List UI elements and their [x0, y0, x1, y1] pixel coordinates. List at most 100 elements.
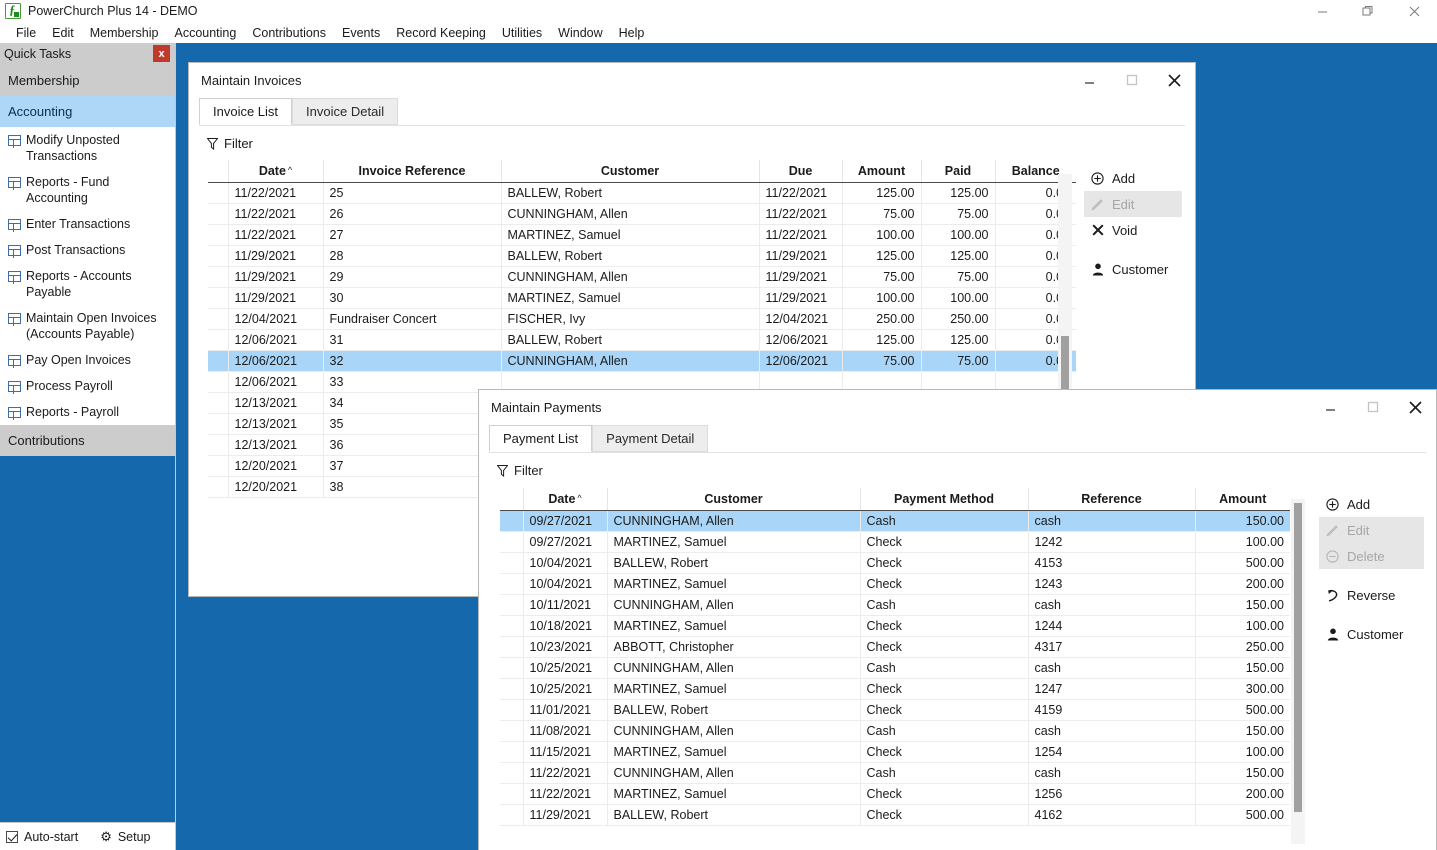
menu-window[interactable]: Window: [550, 24, 610, 42]
sidebar-item-pay-open-invoices[interactable]: Pay Open Invoices: [0, 347, 175, 373]
sidebar-group-contributions[interactable]: Contributions: [0, 425, 175, 456]
invoices-scrollbar-thumb[interactable]: [1061, 336, 1069, 391]
tab-payment-list[interactable]: Payment List: [489, 425, 592, 452]
invoice-cell-amount: 125.00: [842, 183, 921, 204]
table-row[interactable]: 11/22/202127MARTINEZ, Samuel11/22/202110…: [208, 225, 1076, 246]
payments-col-reference[interactable]: Reference: [1028, 488, 1195, 511]
table-row[interactable]: 09/27/2021MARTINEZ, SamuelCheck1242100.0…: [500, 532, 1290, 553]
menu-help[interactable]: Help: [611, 24, 653, 42]
auto-start-toggle[interactable]: Auto-start: [6, 830, 78, 844]
sidebar-item-reports-fund-accounting[interactable]: Reports - Fund Accounting: [0, 169, 175, 211]
table-row[interactable]: 11/22/2021CUNNINGHAM, AllenCashcash150.0…: [500, 763, 1290, 784]
payment-cell-customer: ABBOTT, Christopher: [607, 637, 860, 658]
invoice-cell-amount: 75.00: [842, 204, 921, 225]
tab-payment-detail[interactable]: Payment Detail: [592, 425, 708, 452]
table-row[interactable]: 11/29/202128BALLEW, Robert11/29/2021125.…: [208, 246, 1076, 267]
close-button[interactable]: [1391, 0, 1437, 22]
invoices-col-amount[interactable]: Amount: [842, 160, 921, 183]
payments-titlebar[interactable]: Maintain Payments: [479, 390, 1436, 424]
table-row[interactable]: 09/27/2021CUNNINGHAM, AllenCashcash150.0…: [500, 511, 1290, 532]
invoices-col-due[interactable]: Due: [759, 160, 842, 183]
tab-invoice-detail[interactable]: Invoice Detail: [292, 98, 398, 125]
sidebar-group-accounting[interactable]: Accounting: [0, 96, 175, 127]
menu-file[interactable]: File: [8, 24, 44, 42]
payments-customer-button[interactable]: Customer: [1319, 621, 1424, 647]
payment-cell-date: 10/25/2021: [523, 658, 607, 679]
table-row[interactable]: 10/25/2021CUNNINGHAM, AllenCashcash150.0…: [500, 658, 1290, 679]
payments-maximize-button[interactable]: [1352, 391, 1394, 424]
invoices-maximize-button[interactable]: [1111, 64, 1153, 97]
invoices-col-date[interactable]: Date^: [228, 160, 323, 183]
payments-col-amount[interactable]: Amount: [1195, 488, 1290, 511]
filter-icon: [497, 465, 508, 477]
payments-col-method[interactable]: Payment Method: [860, 488, 1028, 511]
payments-filter-button[interactable]: Filter: [479, 453, 1436, 486]
payments-col-date[interactable]: Date^: [523, 488, 607, 511]
invoices-col-reference[interactable]: Invoice Reference: [323, 160, 501, 183]
payments-add-button[interactable]: Add: [1319, 491, 1424, 517]
table-row[interactable]: 10/04/2021MARTINEZ, SamuelCheck1243200.0…: [500, 574, 1290, 595]
table-row[interactable]: 12/06/202131BALLEW, Robert12/06/2021125.…: [208, 330, 1076, 351]
payments-vertical-scrollbar[interactable]: [1291, 499, 1305, 844]
table-row[interactable]: 11/22/202125BALLEW, Robert11/22/2021125.…: [208, 183, 1076, 204]
menu-accounting[interactable]: Accounting: [166, 24, 244, 42]
table-row[interactable]: 12/04/2021Fundraiser ConcertFISCHER, Ivy…: [208, 309, 1076, 330]
payment-cell-amount: 150.00: [1195, 658, 1290, 679]
table-row[interactable]: 11/22/2021MARTINEZ, SamuelCheck1256200.0…: [500, 784, 1290, 805]
menu-edit[interactable]: Edit: [44, 24, 82, 42]
table-row[interactable]: 10/18/2021MARTINEZ, SamuelCheck1244100.0…: [500, 616, 1290, 637]
sidebar-item-post-transactions[interactable]: Post Transactions: [0, 237, 175, 263]
invoices-customer-button[interactable]: Customer: [1084, 256, 1182, 282]
payments-col-customer[interactable]: Customer: [607, 488, 860, 511]
table-row[interactable]: 10/25/2021MARTINEZ, SamuelCheck1247300.0…: [500, 679, 1290, 700]
invoices-minimize-button[interactable]: [1069, 64, 1111, 97]
invoices-void-button[interactable]: Void: [1084, 217, 1182, 243]
payments-scrollbar-thumb[interactable]: [1294, 503, 1302, 812]
sidebar-item-maintain-open-invoices[interactable]: Maintain Open Invoices (Accounts Payable…: [0, 305, 175, 347]
table-row[interactable]: 11/29/202130MARTINEZ, Samuel11/29/202110…: [208, 288, 1076, 309]
sidebar-item-reports-accounts-payable[interactable]: Reports - Accounts Payable: [0, 263, 175, 305]
table-row[interactable]: 10/11/2021CUNNINGHAM, AllenCashcash150.0…: [500, 595, 1290, 616]
tab-invoice-list[interactable]: Invoice List: [199, 98, 292, 125]
table-row[interactable]: 10/23/2021ABBOTT, ChristopherCheck431725…: [500, 637, 1290, 658]
sidebar-item-label: Modify Unposted Transactions: [26, 132, 169, 164]
table-row[interactable]: 11/22/202126CUNNINGHAM, Allen11/22/20217…: [208, 204, 1076, 225]
menu-contributions[interactable]: Contributions: [244, 24, 334, 42]
invoices-add-button[interactable]: Add: [1084, 165, 1182, 191]
table-row[interactable]: 12/06/202132CUNNINGHAM, Allen12/06/20217…: [208, 351, 1076, 372]
table-row[interactable]: 10/04/2021BALLEW, RobertCheck4153500.00: [500, 553, 1290, 574]
invoices-filter-button[interactable]: Filter: [189, 126, 1195, 159]
table-row[interactable]: 11/29/202129CUNNINGHAM, Allen11/29/20217…: [208, 267, 1076, 288]
quick-tasks-close-icon[interactable]: x: [153, 45, 170, 62]
minus-circle-icon: [1325, 550, 1340, 563]
invoice-cell-reference: 27: [323, 225, 501, 246]
invoices-close-button[interactable]: [1153, 64, 1195, 97]
menu-utilities[interactable]: Utilities: [494, 24, 550, 42]
sidebar-item-process-payroll[interactable]: Process Payroll: [0, 373, 175, 399]
table-row[interactable]: 11/01/2021BALLEW, RobertCheck4159500.00: [500, 700, 1290, 721]
maintain-payments-window: Maintain Payments Payment List: [478, 389, 1437, 850]
payments-minimize-button[interactable]: [1310, 391, 1352, 424]
checkbox-icon[interactable]: [6, 831, 18, 843]
menu-record-keeping[interactable]: Record Keeping: [388, 24, 494, 42]
payments-reverse-button[interactable]: Reverse: [1319, 582, 1424, 608]
table-row[interactable]: 11/08/2021CUNNINGHAM, AllenCashcash150.0…: [500, 721, 1290, 742]
invoice-cell-date: 12/20/2021: [228, 477, 323, 498]
table-row[interactable]: 11/15/2021MARTINEZ, SamuelCheck1254100.0…: [500, 742, 1290, 763]
invoices-vertical-scrollbar[interactable]: [1058, 174, 1072, 393]
menu-events[interactable]: Events: [334, 24, 388, 42]
invoices-titlebar[interactable]: Maintain Invoices: [189, 63, 1195, 97]
sidebar-item-reports-payroll[interactable]: Reports - Payroll: [0, 399, 175, 425]
restore-button[interactable]: [1345, 0, 1391, 22]
invoices-col-paid[interactable]: Paid: [921, 160, 995, 183]
sidebar-group-membership[interactable]: Membership: [0, 65, 175, 96]
invoices-col-customer[interactable]: Customer: [501, 160, 759, 183]
sidebar-item-enter-transactions[interactable]: Enter Transactions: [0, 211, 175, 237]
menu-membership[interactable]: Membership: [82, 24, 167, 42]
table-row[interactable]: 11/29/2021BALLEW, RobertCheck4162500.00: [500, 805, 1290, 826]
setup-button[interactable]: ⚙ Setup: [100, 829, 150, 845]
payments-close-button[interactable]: [1394, 391, 1436, 424]
invoice-cell-date: 12/06/2021: [228, 351, 323, 372]
minimize-button[interactable]: [1299, 0, 1345, 22]
sidebar-item-modify-unposted-transactions[interactable]: Modify Unposted Transactions: [0, 127, 175, 169]
